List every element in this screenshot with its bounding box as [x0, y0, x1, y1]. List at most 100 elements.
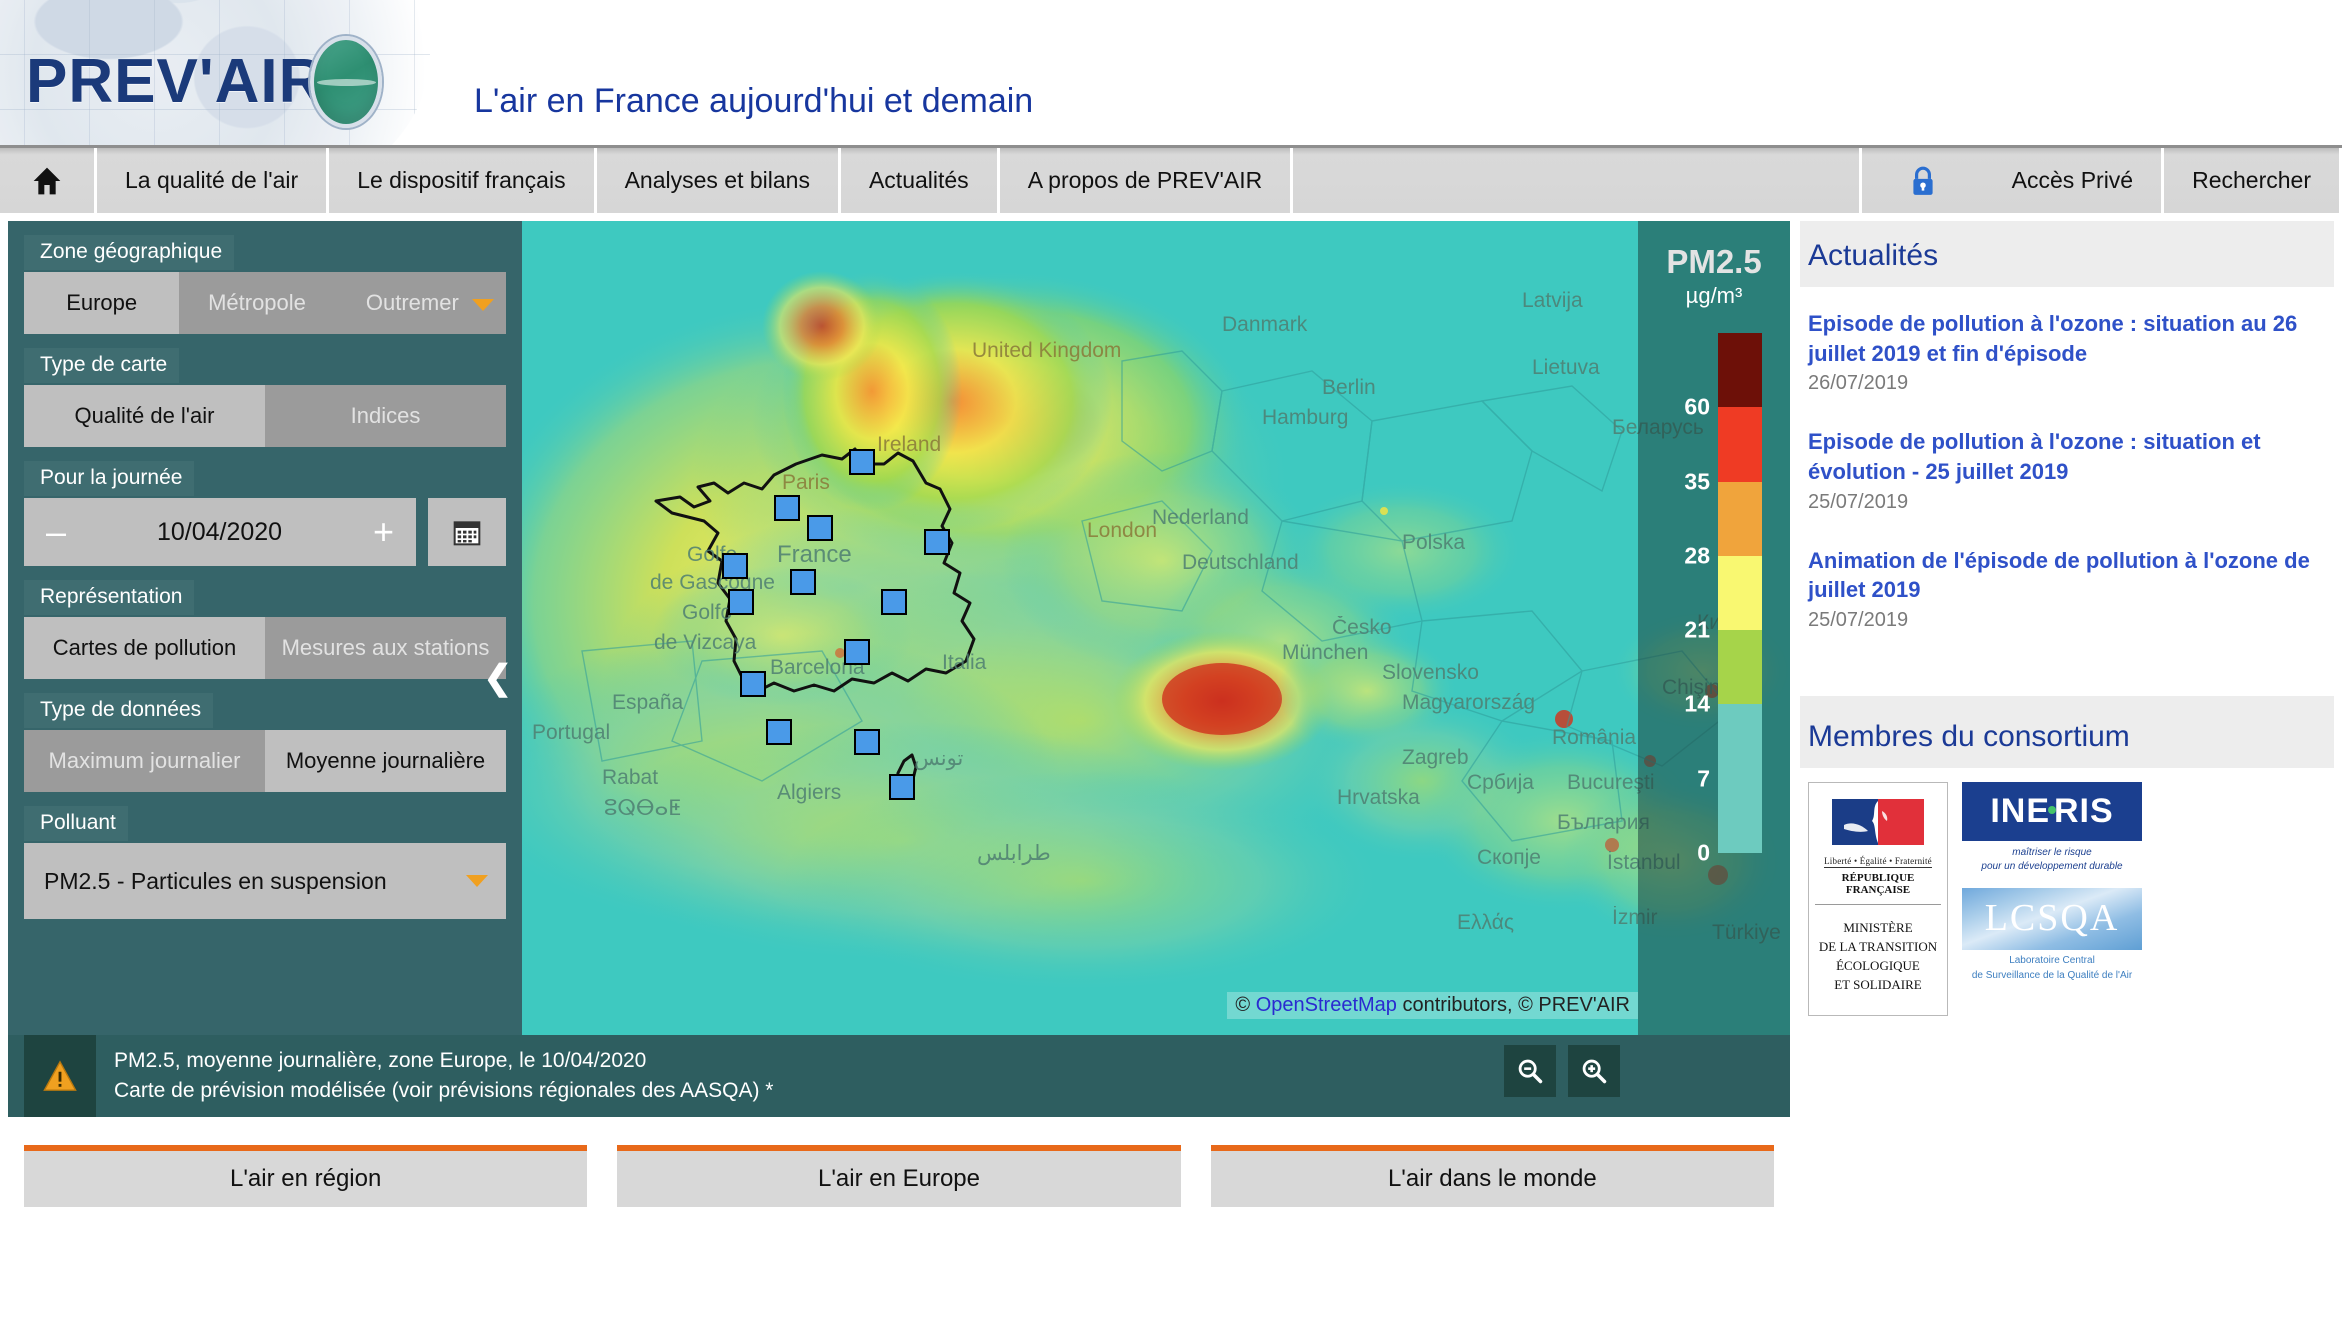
map-column: Zone géographique Europe Métropole Outre…: [8, 221, 1790, 1231]
map-type-option-label: Indices: [351, 404, 421, 428]
openstreetmap-link[interactable]: OpenStreetMap: [1256, 994, 1397, 1016]
news-item-date: 25/07/2019: [1808, 491, 2326, 514]
pollution-map[interactable]: United Kingdom Ireland London Danmark Ha…: [522, 221, 1790, 1035]
representation-option-label: Mesures aux stations: [282, 636, 490, 660]
station-marker[interactable]: [728, 589, 754, 615]
map-controls-sidebar: Zone géographique Europe Métropole Outre…: [8, 221, 522, 1035]
data-type-label: Type de données: [24, 693, 213, 728]
map-type-segmented-control: Qualité de l'air Indices: [24, 385, 506, 447]
map-panel: Zone géographique Europe Métropole Outre…: [8, 221, 1790, 1035]
station-marker[interactable]: [807, 515, 833, 541]
map-type-option-label: Qualité de l'air: [75, 404, 215, 428]
ministere-name: MINISTÈRE DE LA TRANSITION ÉCOLOGIQUE ET…: [1815, 905, 1941, 1008]
date-stepper: – 10/04/2020 +: [24, 498, 416, 566]
data-type-option-moyenne[interactable]: Moyenne journalière: [265, 730, 506, 792]
nav-item-analyses[interactable]: Analyses et bilans: [597, 148, 841, 213]
data-type-segmented-control: Maximum journalier Moyenne journalière: [24, 730, 506, 792]
map-zoom-in-button[interactable]: [1568, 1045, 1620, 1097]
station-marker[interactable]: [924, 529, 950, 555]
zone-label: Zone géographique: [24, 235, 234, 270]
representation-option-mesures[interactable]: Mesures aux stations: [265, 617, 506, 679]
date-decrement-button[interactable]: –: [46, 514, 66, 550]
zone-option-metropole[interactable]: Métropole: [179, 272, 334, 334]
map-type-option-indices[interactable]: Indices: [265, 385, 506, 447]
partner-logos-column: INERIS maîtriser le risque pour un dével…: [1962, 782, 2142, 983]
day-label: Pour la journée: [24, 461, 194, 496]
private-access-lock[interactable]: [1862, 148, 1984, 213]
main-content: Zone géographique Europe Métropole Outre…: [0, 213, 2342, 1231]
news-item-title[interactable]: Animation de l'épisode de pollution à l'…: [1808, 546, 2326, 605]
control-type-de-donnees: Type de données Maximum journalier Moyen…: [8, 693, 522, 792]
date-increment-button[interactable]: +: [373, 514, 394, 550]
pollutant-selected-value: PM2.5 - Particules en suspension: [44, 868, 387, 895]
main-navigation: La qualité de l'air Le dispositif frança…: [0, 145, 2342, 213]
nav-home[interactable]: [0, 148, 97, 213]
station-marker[interactable]: [766, 719, 792, 745]
station-marker[interactable]: [722, 553, 748, 579]
station-marker[interactable]: [844, 639, 870, 665]
nav-label: Accès Privé: [2012, 167, 2133, 194]
nav-item-a-propos[interactable]: A propos de PREV'AIR: [1000, 148, 1294, 213]
news-item-title[interactable]: Episode de pollution à l'ozone : situati…: [1808, 309, 2326, 368]
data-type-option-label: Maximum journalier: [49, 749, 241, 773]
station-marker[interactable]: [881, 589, 907, 615]
map-type-option-qualite[interactable]: Qualité de l'air: [24, 385, 265, 447]
nav-item-dispositif[interactable]: Le dispositif français: [329, 148, 596, 213]
data-type-option-maximum[interactable]: Maximum journalier: [24, 730, 265, 792]
zone-option-label: Métropole: [208, 291, 306, 315]
nav-item-actualites[interactable]: Actualités: [841, 148, 1000, 213]
zone-option-outremer[interactable]: Outremer: [335, 272, 506, 334]
control-type-de-carte: Type de carte Qualité de l'air Indices: [8, 348, 522, 447]
button-air-en-europe[interactable]: L'air en Europe: [617, 1145, 1180, 1207]
logo-ineris[interactable]: INERIS maîtriser le risque pour un dével…: [1962, 782, 2142, 874]
button-air-dans-le-monde[interactable]: L'air dans le monde: [1211, 1145, 1774, 1207]
zoom-in-icon: [1580, 1057, 1608, 1085]
map-zoom-out-button[interactable]: [1504, 1045, 1556, 1097]
lcsqa-tagline: Laboratoire Central de Surveillance de l…: [1962, 954, 2142, 983]
nav-label: Analyses et bilans: [625, 167, 810, 194]
station-marker[interactable]: [774, 495, 800, 521]
pollutant-select[interactable]: PM2.5 - Particules en suspension: [24, 843, 506, 919]
attribution-rest: contributors, © PREV'AIR: [1397, 994, 1630, 1016]
news-item-title[interactable]: Episode de pollution à l'ozone : situati…: [1808, 427, 2326, 486]
button-label: L'air en région: [230, 1165, 381, 1193]
ineris-dot-icon: [2048, 806, 2056, 814]
pollutant-label: Polluant: [24, 806, 128, 841]
nav-item-rechercher[interactable]: Rechercher: [2164, 148, 2342, 213]
ineris-tagline: maîtriser le risque pour un développemen…: [1962, 846, 2142, 874]
station-marker[interactable]: [740, 671, 766, 697]
bottom-link-buttons: L'air en région L'air en Europe L'air da…: [8, 1117, 1790, 1207]
nav-spacer: [1293, 148, 1861, 213]
calendar-picker-button[interactable]: [428, 498, 506, 566]
sidebar-collapse-button[interactable]: ❮: [484, 661, 513, 695]
logo-republique-francaise[interactable]: Liberté • Égalité • Fraternité RÉPUBLIQU…: [1808, 782, 1948, 1015]
zone-option-label: Outremer: [366, 291, 459, 315]
button-air-en-region[interactable]: L'air en région: [24, 1145, 587, 1207]
consortium-logos: Liberté • Égalité • Fraternité RÉPUBLIQU…: [1800, 768, 2334, 1015]
zone-option-europe[interactable]: Europe: [24, 272, 179, 334]
lcsqa-wordmark: LCSQA: [1962, 888, 2142, 950]
prevair-logo[interactable]: PREV'AIR: [26, 36, 382, 128]
logo-sphere-icon: [310, 36, 382, 128]
logo-lcsqa[interactable]: LCSQA Laboratoire Central de Surveillanc…: [1962, 888, 2142, 983]
station-marker[interactable]: [790, 569, 816, 595]
station-marker[interactable]: [889, 774, 915, 800]
logo-wordmark: PREV'AIR: [26, 51, 324, 113]
nav-item-qualite-air[interactable]: La qualité de l'air: [97, 148, 329, 213]
news-item-date: 25/07/2019: [1808, 609, 2326, 632]
representation-segmented-control: Cartes de pollution Mesures aux stations: [24, 617, 506, 679]
warning-icon: [43, 1060, 77, 1092]
news-item: Animation de l'épisode de pollution à l'…: [1808, 546, 2326, 632]
representation-option-cartes[interactable]: Cartes de pollution: [24, 617, 265, 679]
nav-item-acces-prive[interactable]: Accès Privé: [1984, 148, 2164, 213]
nav-label: Rechercher: [2192, 167, 2311, 194]
zoom-out-icon: [1516, 1057, 1544, 1085]
station-marker[interactable]: [854, 729, 880, 755]
station-marker[interactable]: [849, 449, 875, 475]
control-pour-la-journee: Pour la journée – 10/04/2020 +: [8, 461, 522, 566]
date-value[interactable]: 10/04/2020: [157, 518, 282, 547]
calendar-icon: [450, 516, 484, 548]
news-list: Episode de pollution à l'ozone : situati…: [1800, 287, 2334, 666]
marianne-flag-icon: [1832, 799, 1924, 845]
home-icon: [30, 165, 64, 197]
